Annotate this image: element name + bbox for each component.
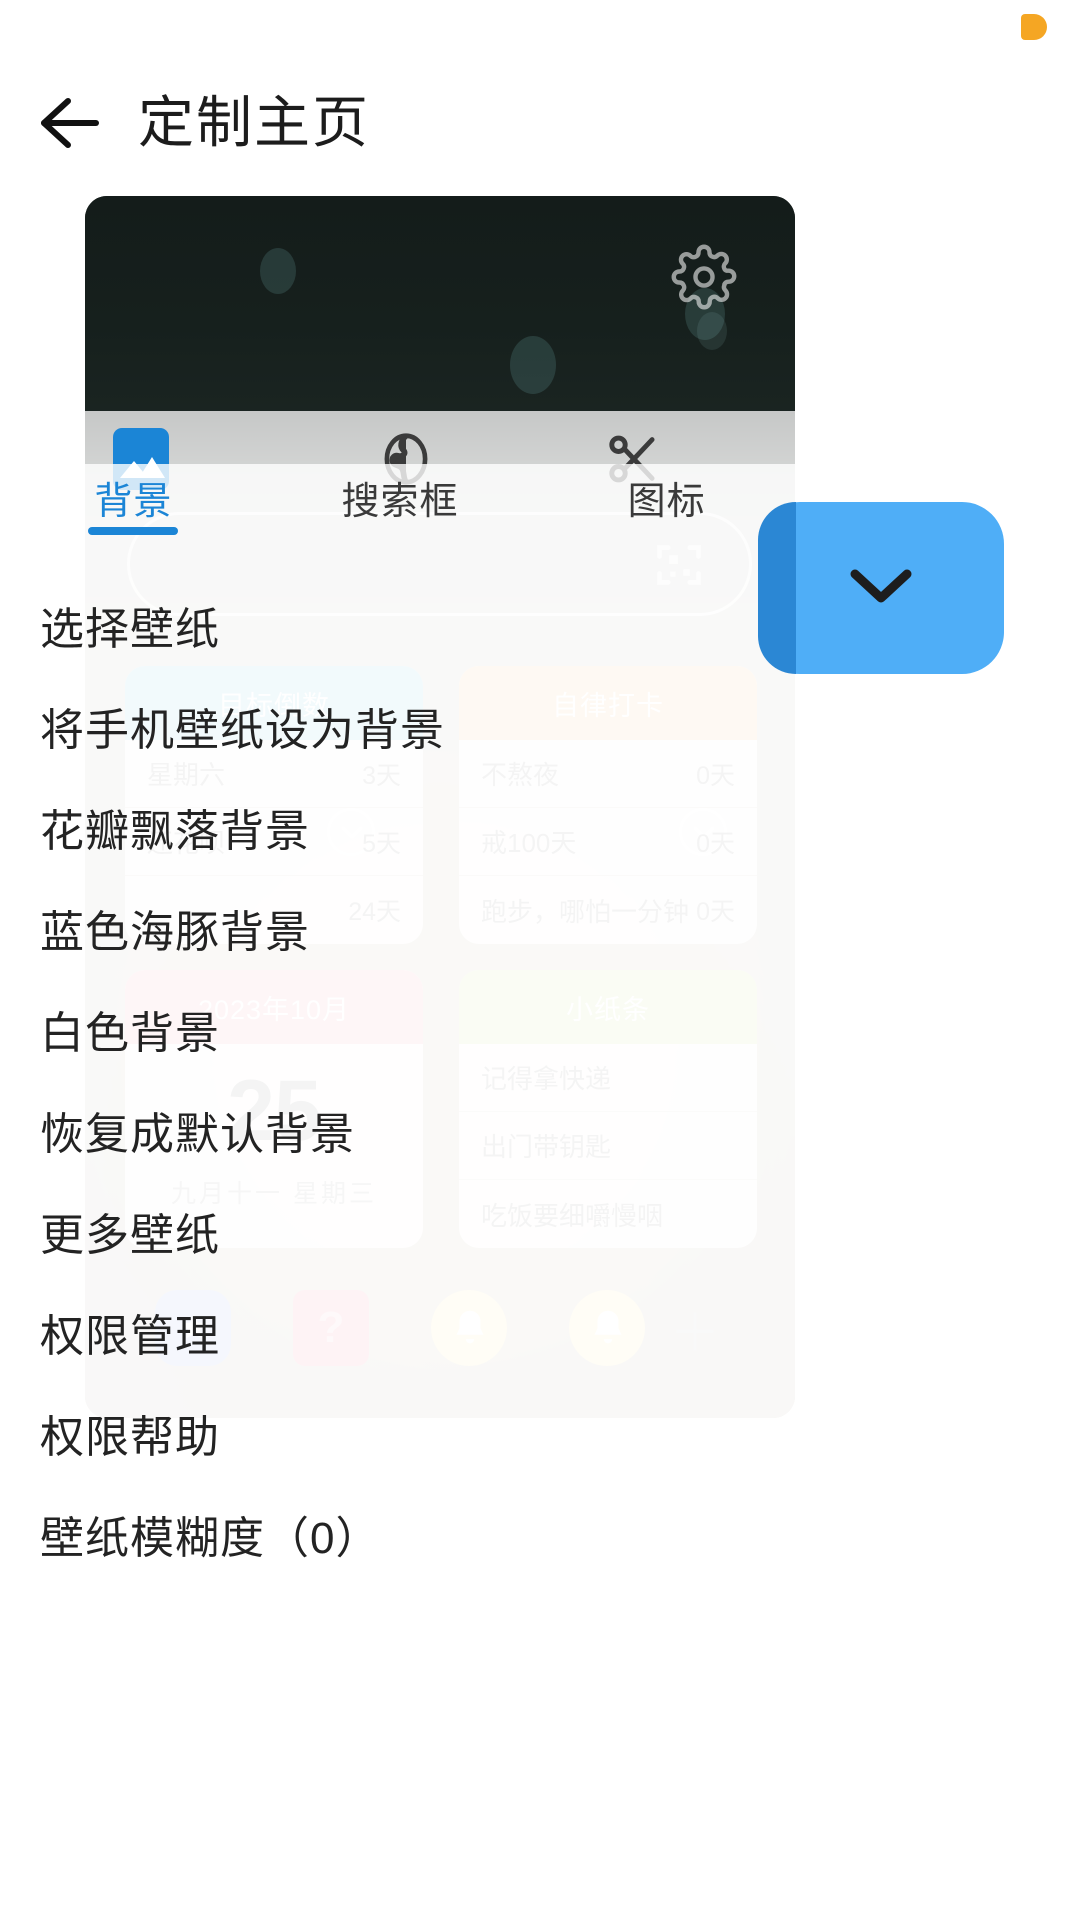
menu-item-petals-background[interactable]: 花瓣飘落背景: [0, 776, 1080, 877]
bokeh-dot: [260, 248, 296, 294]
menu-item-wallpaper-blur[interactable]: 壁纸模糊度（0）: [0, 1483, 1080, 1584]
settings-drawer: 背景 搜索框 图标 选择壁纸 将手机壁纸设为背景 花瓣飘落背景 蓝色海豚背景 白…: [0, 464, 1080, 1920]
menu-item-blue-dolphin-background[interactable]: 蓝色海豚背景: [0, 877, 1080, 978]
tab-background[interactable]: 背景: [0, 464, 267, 525]
bokeh-dot: [697, 312, 727, 350]
menu-item-permission-management[interactable]: 权限管理: [0, 1281, 1080, 1382]
back-button[interactable]: [36, 90, 102, 156]
drawer-tabs: 背景 搜索框 图标: [0, 464, 800, 550]
tab-icons[interactable]: 图标: [533, 464, 800, 525]
menu-item-restore-default-background[interactable]: 恢复成默认背景: [0, 1079, 1080, 1180]
collapse-drawer-button[interactable]: [758, 502, 1004, 674]
page-title: 定制主页: [138, 91, 370, 154]
bokeh-dot: [510, 336, 556, 394]
background-settings-list: 选择壁纸 将手机壁纸设为背景 花瓣飘落背景 蓝色海豚背景 白色背景 恢复成默认背…: [0, 574, 1080, 1584]
menu-item-permission-help[interactable]: 权限帮助: [0, 1382, 1080, 1483]
menu-item-use-phone-wallpaper[interactable]: 将手机壁纸设为背景: [0, 675, 1080, 776]
status-bar: [0, 0, 1080, 60]
gear-icon[interactable]: [671, 244, 737, 310]
chevron-down-icon: [845, 564, 917, 613]
arrow-left-icon: [38, 97, 100, 149]
notch-indicator: [1021, 14, 1047, 40]
menu-item-more-wallpapers[interactable]: 更多壁纸: [0, 1180, 1080, 1281]
menu-item-white-background[interactable]: 白色背景: [0, 978, 1080, 1079]
page-header: 定制主页: [0, 62, 1080, 184]
tab-search-box[interactable]: 搜索框: [267, 464, 534, 525]
